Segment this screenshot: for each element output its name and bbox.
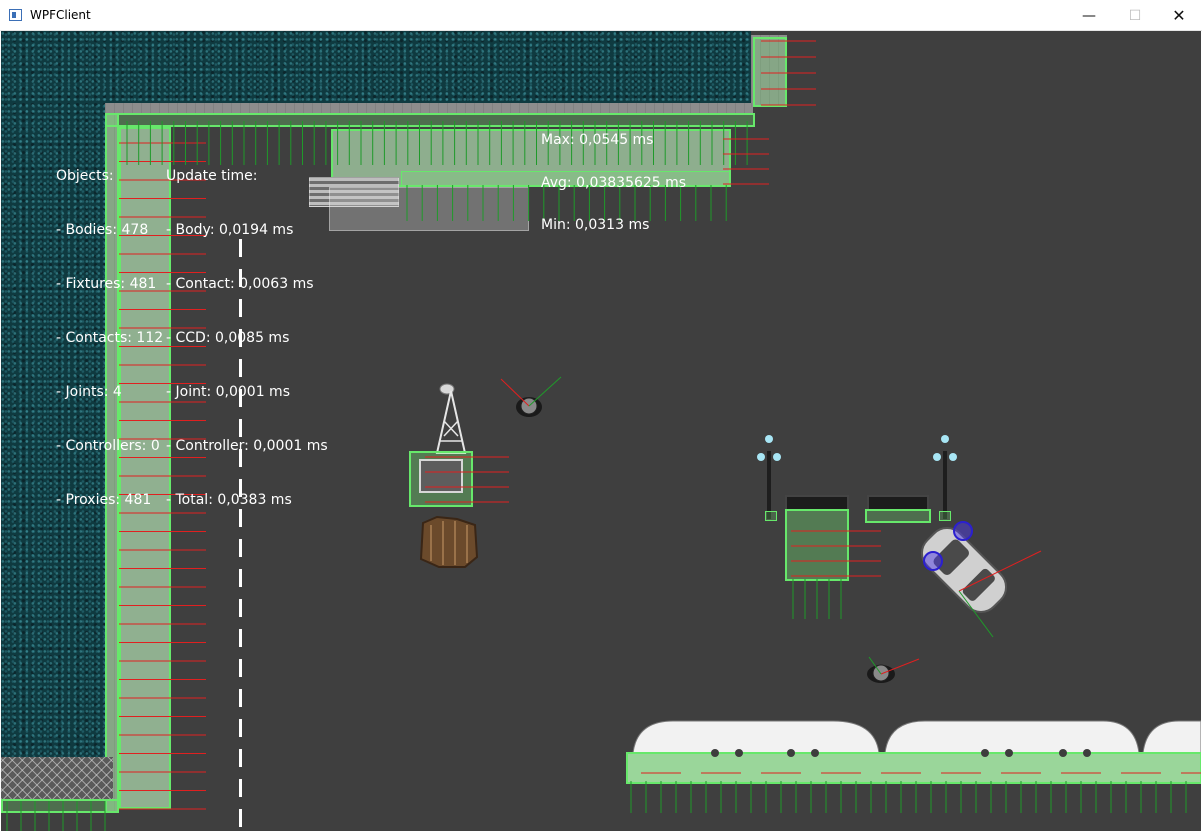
window-title: WPFClient xyxy=(30,8,91,22)
fixtures-count: - Fixtures: 481 xyxy=(56,276,157,292)
body-time: - Body: 0,0194 ms xyxy=(166,222,294,238)
joints-count: - Joints: 4 xyxy=(56,384,122,400)
ccd-time: - CCD: 0,0085 ms xyxy=(166,330,290,346)
close-button[interactable]: ✕ xyxy=(1156,0,1202,31)
minimize-button[interactable]: — xyxy=(1066,0,1112,31)
debug-x-axis xyxy=(500,378,530,407)
maximize-button[interactable]: ☐ xyxy=(1112,0,1158,31)
app-icon xyxy=(9,9,22,21)
max-time: Max: 0,0545 ms xyxy=(541,132,654,148)
title-bar: WPFClient — ☐ ✕ xyxy=(0,0,1202,31)
contacts-count: - Contacts: 112 xyxy=(56,330,164,346)
avg-time: Avg: 0,03835625 ms xyxy=(541,175,687,191)
debug-y-axis xyxy=(528,376,562,407)
controller-time: - Controller: 0,0001 ms xyxy=(166,438,328,454)
debug-x-axis xyxy=(958,550,1042,592)
update-time-header: Update time: xyxy=(166,168,258,184)
debug-y-axis xyxy=(868,656,882,675)
debug-y-axis xyxy=(958,590,994,638)
joint-time: - Joint: 0,0001 ms xyxy=(166,384,290,400)
contact-time: - Contact: 0,0063 ms xyxy=(166,276,314,292)
min-time: Min: 0,0313 ms xyxy=(541,217,650,233)
proxies-count: - Proxies: 481 xyxy=(56,492,152,508)
game-canvas[interactable]: Objects: - Bodies: 478 - Fixtures: 481 -… xyxy=(1,31,1201,831)
objects-header: Objects: xyxy=(56,168,114,184)
controllers-count: - Controllers: 0 xyxy=(56,438,160,454)
total-time: - Total: 0,0383 ms xyxy=(166,492,292,508)
update-time-stats: Update time: - Body: 0,0194 ms - Contact… xyxy=(166,131,328,545)
debug-x-axis xyxy=(880,658,920,675)
bodies-count: - Bodies: 478 xyxy=(56,222,149,238)
objects-stats: Objects: - Bodies: 478 - Fixtures: 481 -… xyxy=(56,131,163,545)
